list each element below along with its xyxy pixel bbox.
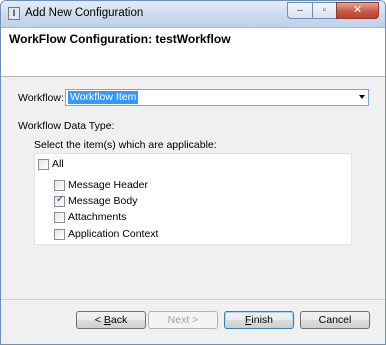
- chevron-down-icon[interactable]: [359, 95, 365, 99]
- checkbox-attachments[interactable]: Attachments: [54, 210, 126, 224]
- next-button[interactable]: Next >: [148, 311, 218, 329]
- cancel-button[interactable]: Cancel: [300, 311, 370, 329]
- checkbox-label: All: [52, 158, 64, 170]
- back-button-mnemonic: B: [103, 314, 111, 326]
- footer-divider: [1, 299, 385, 300]
- workflow-selected-value: Workflow Item: [68, 91, 139, 104]
- title-bar[interactable]: I Add New Configuration – ▫ ✕: [1, 1, 385, 28]
- workflow-select[interactable]: Workflow Item: [65, 89, 369, 106]
- checkbox-box[interactable]: [54, 194, 65, 207]
- window-title: Add New Configuration: [25, 7, 144, 19]
- caption-buttons: – ▫ ✕: [287, 2, 379, 20]
- app-icon: I: [8, 7, 20, 20]
- checkbox-box[interactable]: [54, 228, 65, 240]
- checkbox-label: Message Header: [68, 179, 148, 191]
- back-button[interactable]: < Back: [76, 311, 146, 329]
- checkbox-label: Attachments: [68, 211, 127, 223]
- workflow-label: Workflow:: [18, 92, 64, 104]
- close-button[interactable]: ✕: [336, 2, 379, 19]
- back-button-prefix: <: [94, 314, 104, 326]
- maximize-button[interactable]: ▫: [312, 2, 336, 19]
- checkbox-label: Message Body: [68, 195, 138, 207]
- back-button-rest: ack: [110, 314, 128, 326]
- data-type-label: Workflow Data Type:: [18, 120, 115, 132]
- data-type-list: All Message Header Message Body Attachme…: [34, 153, 352, 245]
- finish-button-rest: inish: [251, 314, 274, 326]
- minimize-button[interactable]: –: [287, 2, 312, 19]
- instruction-label: Select the item(s) which are applicable:: [34, 139, 217, 151]
- dialog-window: I Add New Configuration – ▫ ✕ WorkFlow C…: [0, 0, 386, 345]
- checkbox-box[interactable]: [54, 179, 65, 191]
- header-panel: WorkFlow Configuration: testWorkflow: [1, 28, 385, 77]
- checkbox-message-body[interactable]: Message Body: [54, 194, 137, 208]
- page-title: WorkFlow Configuration: testWorkflow: [9, 32, 231, 46]
- checkbox-application-context[interactable]: Application Context: [54, 227, 158, 241]
- checkbox-box[interactable]: [54, 211, 65, 223]
- checkbox-label: Application Context: [68, 228, 159, 240]
- checkbox-box[interactable]: [38, 158, 49, 170]
- checkbox-message-header[interactable]: Message Header: [54, 178, 148, 192]
- checkbox-all[interactable]: All: [38, 157, 64, 171]
- finish-button[interactable]: Finish: [224, 311, 294, 329]
